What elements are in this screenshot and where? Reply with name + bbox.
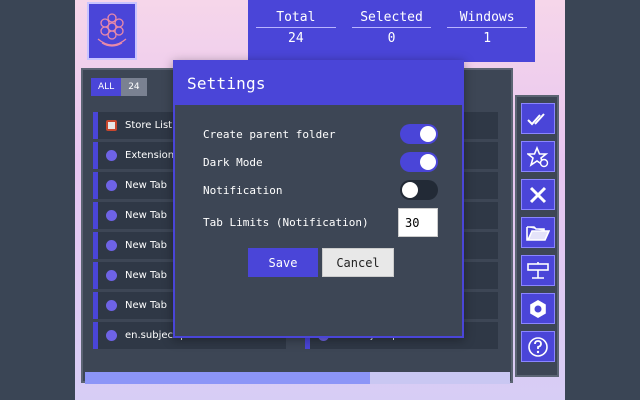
select-all-button[interactable] (521, 103, 555, 134)
star-settings-icon (527, 145, 549, 167)
tab-title: New Tab (125, 300, 167, 311)
progress-fill (85, 372, 370, 384)
settings-title: Settings (175, 62, 462, 105)
open-folder-button[interactable] (521, 217, 555, 248)
close-tabs-button[interactable] (521, 179, 555, 210)
tab-title: New Tab (125, 270, 167, 281)
notification-row: Notification (203, 180, 438, 200)
favorite-settings-button[interactable] (521, 141, 555, 172)
stat-selected-value: 0 (387, 31, 396, 46)
toggle-knob (420, 126, 436, 142)
create-parent-folder-toggle[interactable] (400, 124, 438, 144)
logo (87, 2, 137, 60)
app-favicon-icon (106, 240, 117, 251)
settings-dialog: Settings Create parent folder Dark Mode … (173, 60, 464, 338)
settings-button[interactable] (521, 293, 555, 324)
stat-total: Total 24 (248, 10, 344, 62)
settings-icon (530, 299, 546, 318)
stat-windows: Windows 1 (439, 10, 535, 62)
cancel-button[interactable]: Cancel (322, 248, 394, 277)
filter-count-badge[interactable]: 24 (121, 78, 147, 96)
help-icon (528, 336, 548, 357)
filter-all-button[interactable]: ALL (91, 78, 122, 96)
action-sidebar (515, 95, 559, 377)
create-parent-folder-label: Create parent folder (203, 127, 336, 141)
notification-toggle[interactable] (400, 180, 438, 200)
notification-label: Notification (203, 183, 283, 197)
progress-bar (85, 372, 510, 384)
dark-mode-toggle[interactable] (400, 152, 438, 172)
dark-mode-label: Dark Mode (203, 155, 263, 169)
lotus-logo-icon (97, 13, 127, 47)
toggle-knob (420, 154, 436, 170)
stats-bar: Total 24 Selected 0 Windows 1 (248, 0, 535, 62)
check-all-icon (527, 112, 545, 125)
stat-selected-label: Selected (351, 10, 432, 28)
folder-open-icon (526, 225, 550, 241)
compare-button[interactable] (521, 255, 555, 286)
store-favicon-icon (106, 120, 117, 131)
tab-limits-row: Tab Limits (Notification) (203, 208, 438, 237)
tab-title: New Tab (125, 180, 167, 191)
filter-tabs: ALL 24 (91, 78, 147, 96)
tab-title: New Tab (125, 240, 167, 251)
save-button[interactable]: Save (248, 248, 318, 277)
tab-title: Extension (125, 150, 175, 161)
app-favicon-icon (106, 180, 117, 191)
tab-limits-input[interactable] (398, 208, 438, 237)
stat-total-label: Total (256, 10, 336, 28)
stat-selected: Selected 0 (344, 10, 440, 62)
stat-total-value: 24 (288, 31, 304, 46)
app-favicon-icon (106, 330, 117, 341)
balance-icon (527, 261, 549, 279)
help-button[interactable] (521, 331, 555, 362)
stat-windows-value: 1 (483, 31, 492, 46)
tab-limits-label: Tab Limits (Notification) (203, 216, 369, 229)
dark-mode-row: Dark Mode (203, 152, 438, 172)
app-favicon-icon (106, 150, 117, 161)
toggle-knob (402, 182, 418, 198)
close-icon (529, 186, 547, 203)
tab-title: Store Listi (125, 120, 175, 131)
app-favicon-icon (106, 270, 117, 281)
app-favicon-icon (106, 210, 117, 221)
stat-windows-label: Windows (447, 10, 528, 28)
create-parent-folder-row: Create parent folder (203, 124, 438, 144)
app-favicon-icon (106, 300, 117, 311)
tab-title: New Tab (125, 210, 167, 221)
